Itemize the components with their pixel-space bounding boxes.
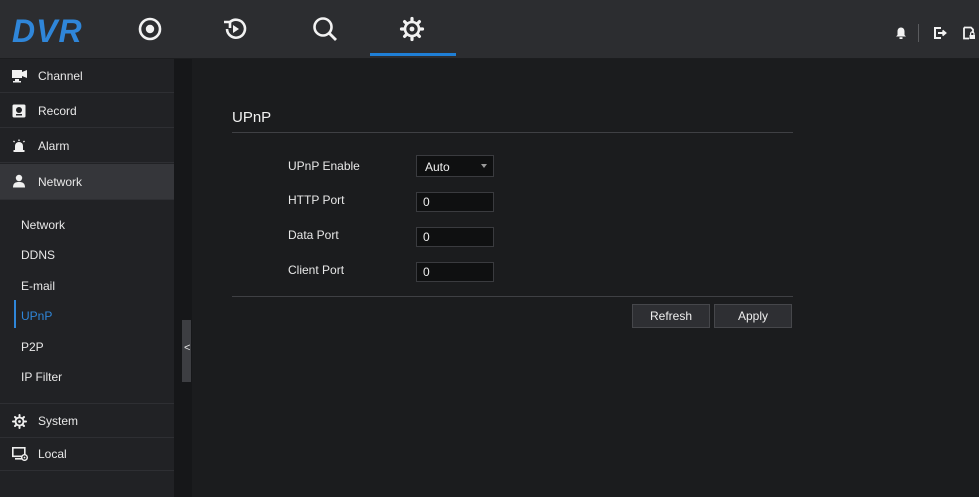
active-submenu-indicator [14,300,16,328]
sidebar-item-channel[interactable]: Channel [0,59,174,93]
page-title: UPnP [232,109,272,126]
title-divider [232,132,793,133]
sidebar-item-local[interactable]: Local [0,437,174,471]
local-icon [12,447,28,461]
channel-icon [12,69,27,83]
lock-icon[interactable] [962,26,976,40]
data-port-label: Data Port [288,228,339,242]
network-icon [12,174,27,188]
submenu-item-ddns[interactable]: DDNS [21,248,55,262]
system-icon [12,414,27,429]
submenu-item-network[interactable]: Network [21,218,65,232]
header-divider [918,24,919,42]
client-port-label: Client Port [288,263,345,277]
form-divider [232,296,793,297]
sidebar-item-label: Alarm [38,138,70,153]
record-icon [12,104,27,118]
upnp-enable-select[interactable]: Auto [416,155,494,177]
logout-icon[interactable] [933,26,947,40]
http-port-input[interactable] [416,192,494,212]
client-port-input[interactable] [416,262,494,282]
sidebar-item-label: System [38,413,79,428]
sidebar-item-label: Record [38,103,77,118]
sidebar-collapse-handle[interactable]: < [182,320,191,382]
submenu-item-p2p[interactable]: P2P [21,340,44,354]
playback-icon[interactable] [219,14,251,44]
submenu-item-email[interactable]: E-mail [21,279,55,293]
upnp-enable-value: Auto [425,160,450,174]
upnp-enable-label: UPnP Enable [288,159,360,173]
chevron-down-icon [481,164,487,168]
data-port-input[interactable] [416,227,494,247]
sidebar-item-alarm[interactable]: Alarm [0,129,174,163]
collapse-arrow-label: < [184,342,191,354]
sidebar-item-label: Channel [38,68,83,83]
sidebar-item-label: Local [38,446,67,461]
sidebar-item-label: Network [38,174,83,189]
live-view-icon[interactable] [134,14,166,44]
apply-button[interactable]: Apply [714,304,792,328]
settings-icon[interactable] [396,14,428,44]
http-port-label: HTTP Port [288,193,345,207]
sidebar-item-network[interactable]: Network [0,164,174,200]
search-icon[interactable] [309,14,341,44]
active-tab-indicator [370,53,456,56]
logo: DVR [12,13,83,49]
top-bar: DVR [0,0,979,59]
sidebar-item-record[interactable]: Record [0,94,174,128]
submenu-item-ip-filter[interactable]: IP Filter [21,370,62,384]
notification-icon[interactable] [894,26,908,40]
refresh-button[interactable]: Refresh [632,304,710,328]
submenu-item-upnp[interactable]: UPnP [21,309,52,323]
sidebar-item-system[interactable]: System [0,403,174,438]
alarm-icon [12,139,27,153]
content-area [192,59,979,497]
